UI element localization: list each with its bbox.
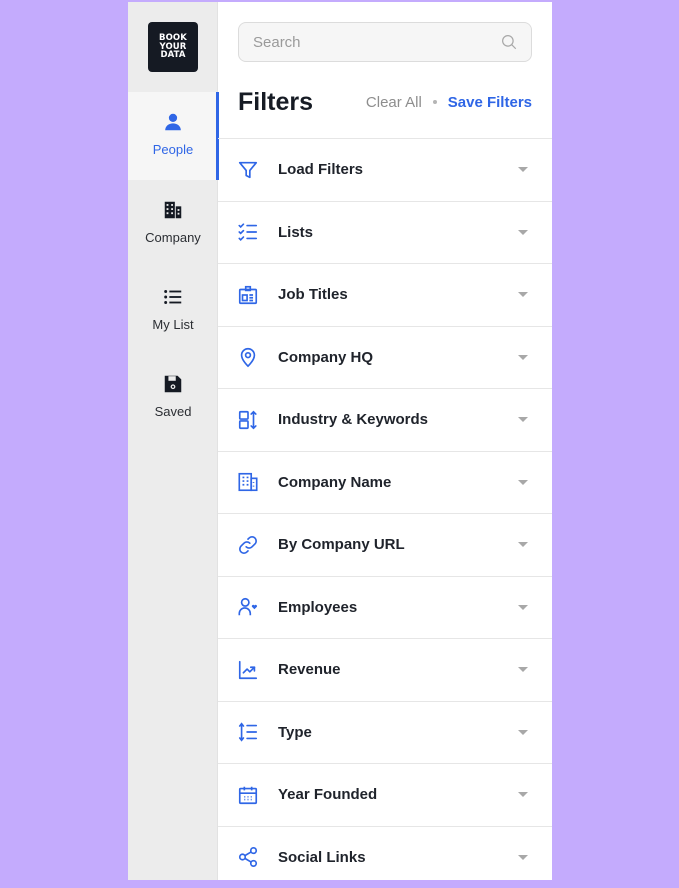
sort-list-icon: [237, 721, 259, 743]
filter-label: Year Founded: [278, 786, 518, 803]
filter-label: Revenue: [278, 661, 518, 678]
sidebar-item-my-list[interactable]: My List: [128, 267, 218, 355]
floppy-disk-icon: [162, 373, 184, 395]
sidebar-item-people[interactable]: People: [128, 92, 218, 180]
search-icon[interactable]: [500, 33, 518, 51]
funnel-icon: [237, 159, 259, 181]
filters-panel: Filters Clear All Save Filters Load Filt…: [218, 2, 552, 880]
filter-label: Company Name: [278, 474, 518, 491]
page-title: Filters: [238, 88, 366, 117]
id-badge-icon: [237, 284, 259, 306]
filter-row-type[interactable]: Type: [218, 701, 552, 764]
share-icon: [237, 846, 259, 868]
filter-label: Company HQ: [278, 349, 518, 366]
search-box[interactable]: [238, 22, 532, 62]
chevron-down-icon: [518, 855, 528, 860]
filter-row-company-name[interactable]: Company Name: [218, 451, 552, 514]
link-icon: [237, 534, 259, 556]
buildings-icon: [162, 199, 184, 221]
filter-row-load-filters[interactable]: Load Filters: [218, 138, 552, 201]
filter-label: Lists: [278, 224, 518, 241]
filter-row-company-hq[interactable]: Company HQ: [218, 326, 552, 389]
app-window: BOOK YOUR DATA People Company My List Sa…: [128, 2, 552, 880]
filter-row-company-url[interactable]: By Company URL: [218, 513, 552, 576]
building-icon: [237, 471, 259, 493]
chevron-down-icon: [518, 480, 528, 485]
chevron-down-icon: [518, 355, 528, 360]
user-heart-icon: [237, 596, 259, 618]
chevron-down-icon: [518, 792, 528, 797]
chevron-down-icon: [518, 292, 528, 297]
filter-row-year-founded[interactable]: Year Founded: [218, 763, 552, 826]
filter-row-job-titles[interactable]: Job Titles: [218, 263, 552, 326]
chevron-down-icon: [518, 417, 528, 422]
layout-sort-icon: [237, 409, 259, 431]
sidebar-item-label: Saved: [155, 404, 192, 419]
chevron-down-icon: [518, 542, 528, 547]
chart-trend-icon: [237, 659, 259, 681]
person-icon: [162, 111, 184, 133]
filter-row-employees[interactable]: Employees: [218, 576, 552, 639]
filter-label: Industry & Keywords: [278, 411, 518, 428]
separator-dot: [433, 100, 437, 104]
clear-all-button[interactable]: Clear All: [366, 94, 422, 111]
filter-label: Employees: [278, 599, 518, 616]
filter-label: By Company URL: [278, 536, 518, 553]
chevron-down-icon: [518, 605, 528, 610]
filter-row-revenue[interactable]: Revenue: [218, 638, 552, 701]
filters-header: Filters Clear All Save Filters: [238, 84, 532, 120]
filter-label: Social Links: [278, 849, 518, 866]
filter-list: Load Filters Lists Job Titles Company HQ: [218, 138, 552, 888]
filter-row-social-links[interactable]: Social Links: [218, 826, 552, 888]
filter-label: Type: [278, 724, 518, 741]
filter-label: Load Filters: [278, 161, 518, 178]
logo-line: DATA: [160, 51, 185, 60]
chevron-down-icon: [518, 167, 528, 172]
brand-logo[interactable]: BOOK YOUR DATA: [148, 22, 198, 72]
checklist-icon: [237, 221, 259, 243]
search-input[interactable]: [239, 33, 500, 52]
save-filters-button[interactable]: Save Filters: [448, 94, 532, 111]
chevron-down-icon: [518, 667, 528, 672]
sidebar-item-company[interactable]: Company: [128, 180, 218, 268]
filter-label: Job Titles: [278, 286, 518, 303]
sidebar-item-label: People: [153, 142, 193, 157]
chevron-down-icon: [518, 730, 528, 735]
list-icon: [162, 286, 184, 308]
map-pin-icon: [237, 346, 259, 368]
filter-row-industry-keywords[interactable]: Industry & Keywords: [218, 388, 552, 451]
sidebar-item-saved[interactable]: Saved: [128, 354, 218, 442]
filter-row-lists[interactable]: Lists: [218, 201, 552, 264]
calendar-icon: [237, 784, 259, 806]
sidebar-rail: BOOK YOUR DATA People Company My List Sa…: [128, 2, 218, 880]
chevron-down-icon: [518, 230, 528, 235]
sidebar-item-label: Company: [145, 230, 201, 245]
sidebar-item-label: My List: [152, 317, 193, 332]
